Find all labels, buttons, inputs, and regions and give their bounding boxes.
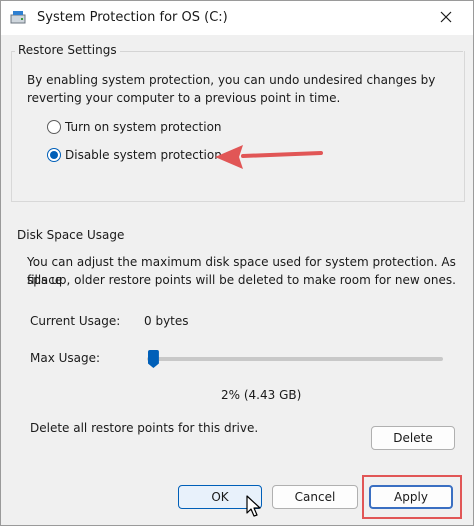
title-bar: System Protection for OS (C:) <box>1 1 473 35</box>
red-arrow-icon <box>213 143 323 174</box>
radio-turn-on-protection[interactable]: Turn on system protection <box>47 120 222 134</box>
window-title: System Protection for OS (C:) <box>37 10 228 25</box>
radio-disable-label: Disable system protection <box>65 148 222 162</box>
disk-space-label: Disk Space Usage <box>17 228 125 242</box>
restore-description-line2: reverting your computer to a previous po… <box>27 91 341 105</box>
max-usage-slider-track[interactable] <box>147 357 443 361</box>
apply-button[interactable]: Apply <box>369 485 453 509</box>
restore-settings-label: Restore Settings <box>15 43 120 57</box>
delete-description: Delete all restore points for this drive… <box>30 421 259 435</box>
radio-button-selected[interactable] <box>47 148 61 162</box>
cancel-button[interactable]: Cancel <box>272 485 358 509</box>
current-usage-label: Current Usage: <box>30 314 121 328</box>
radio-turn-on-label: Turn on system protection <box>65 120 222 134</box>
radio-button[interactable] <box>47 120 61 134</box>
cursor-icon <box>246 495 262 522</box>
disk-description-line2: fills up, older restore points will be d… <box>27 273 456 287</box>
close-button[interactable] <box>431 6 461 30</box>
current-usage-value: 0 bytes <box>144 314 189 328</box>
max-usage-label: Max Usage: <box>30 351 101 365</box>
max-usage-slider-thumb[interactable] <box>147 350 159 368</box>
close-icon <box>440 11 452 26</box>
radio-disable-protection[interactable]: Disable system protection <box>47 148 222 162</box>
delete-button[interactable]: Delete <box>371 426 455 450</box>
restore-description-line1: By enabling system protection, you can u… <box>27 73 436 87</box>
dialog-window: System Protection for OS (C:) Restore Se… <box>0 0 474 526</box>
drive-icon <box>10 10 26 24</box>
max-usage-value: 2% (4.43 GB) <box>221 388 302 402</box>
